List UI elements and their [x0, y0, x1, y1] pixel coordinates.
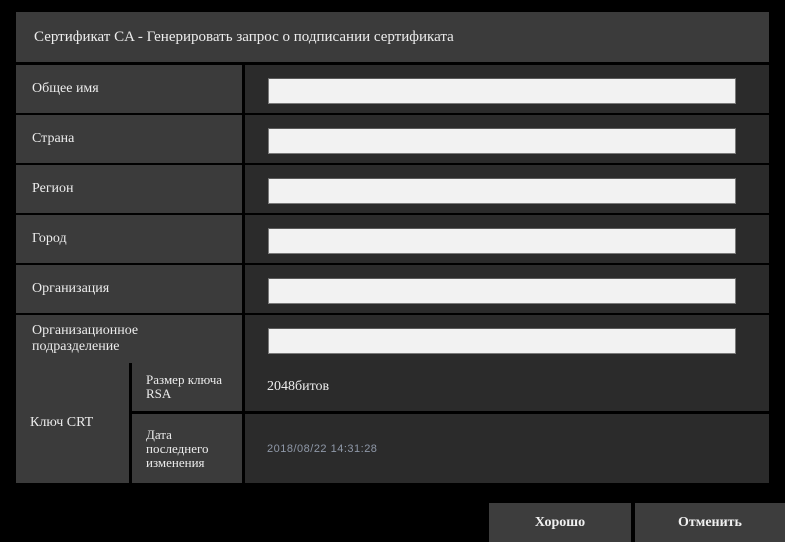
country-label: Страна: [16, 115, 242, 163]
last-modified-label: Дата последнего изменения: [132, 414, 242, 483]
common-name-input[interactable]: [268, 78, 736, 104]
region-input[interactable]: [268, 178, 736, 204]
row-city: Город: [16, 215, 769, 263]
country-cell: [245, 115, 769, 163]
common-name-cell: [245, 65, 769, 113]
city-cell: [245, 215, 769, 263]
city-label: Город: [16, 215, 242, 263]
page-title: Сертификат CA - Генерировать запрос о по…: [16, 12, 769, 62]
row-common-name: Общее имя: [16, 65, 769, 113]
row-organization: Организация: [16, 265, 769, 313]
organizational-unit-input[interactable]: [268, 328, 736, 354]
organization-input[interactable]: [268, 278, 736, 304]
common-name-label: Общее имя: [16, 65, 242, 113]
csr-form-panel: Сертификат CA - Генерировать запрос о по…: [16, 12, 769, 483]
organization-label: Организация: [16, 265, 242, 313]
organizational-unit-cell: [245, 315, 769, 363]
rsa-key-size-label: Размер ключа RSA: [132, 363, 242, 411]
last-modified-value: 2018/08/22 14:31:28: [267, 442, 378, 455]
rsa-key-size-value: 2048битов: [245, 363, 769, 411]
region-label: Регион: [16, 165, 242, 213]
cancel-button[interactable]: Отменить: [635, 503, 785, 542]
last-modified-cell: 2018/08/22 14:31:28: [245, 414, 769, 483]
country-input[interactable]: [268, 128, 736, 154]
ok-button[interactable]: Хорошо: [489, 503, 631, 542]
crt-key-label: Ключ CRT: [16, 363, 129, 483]
row-region: Регион: [16, 165, 769, 213]
organizational-unit-label: Организационное подразделение: [16, 315, 242, 363]
row-country: Страна: [16, 115, 769, 163]
row-organizational-unit: Организационное подразделение: [16, 315, 769, 363]
city-input[interactable]: [268, 228, 736, 254]
region-cell: [245, 165, 769, 213]
organization-cell: [245, 265, 769, 313]
